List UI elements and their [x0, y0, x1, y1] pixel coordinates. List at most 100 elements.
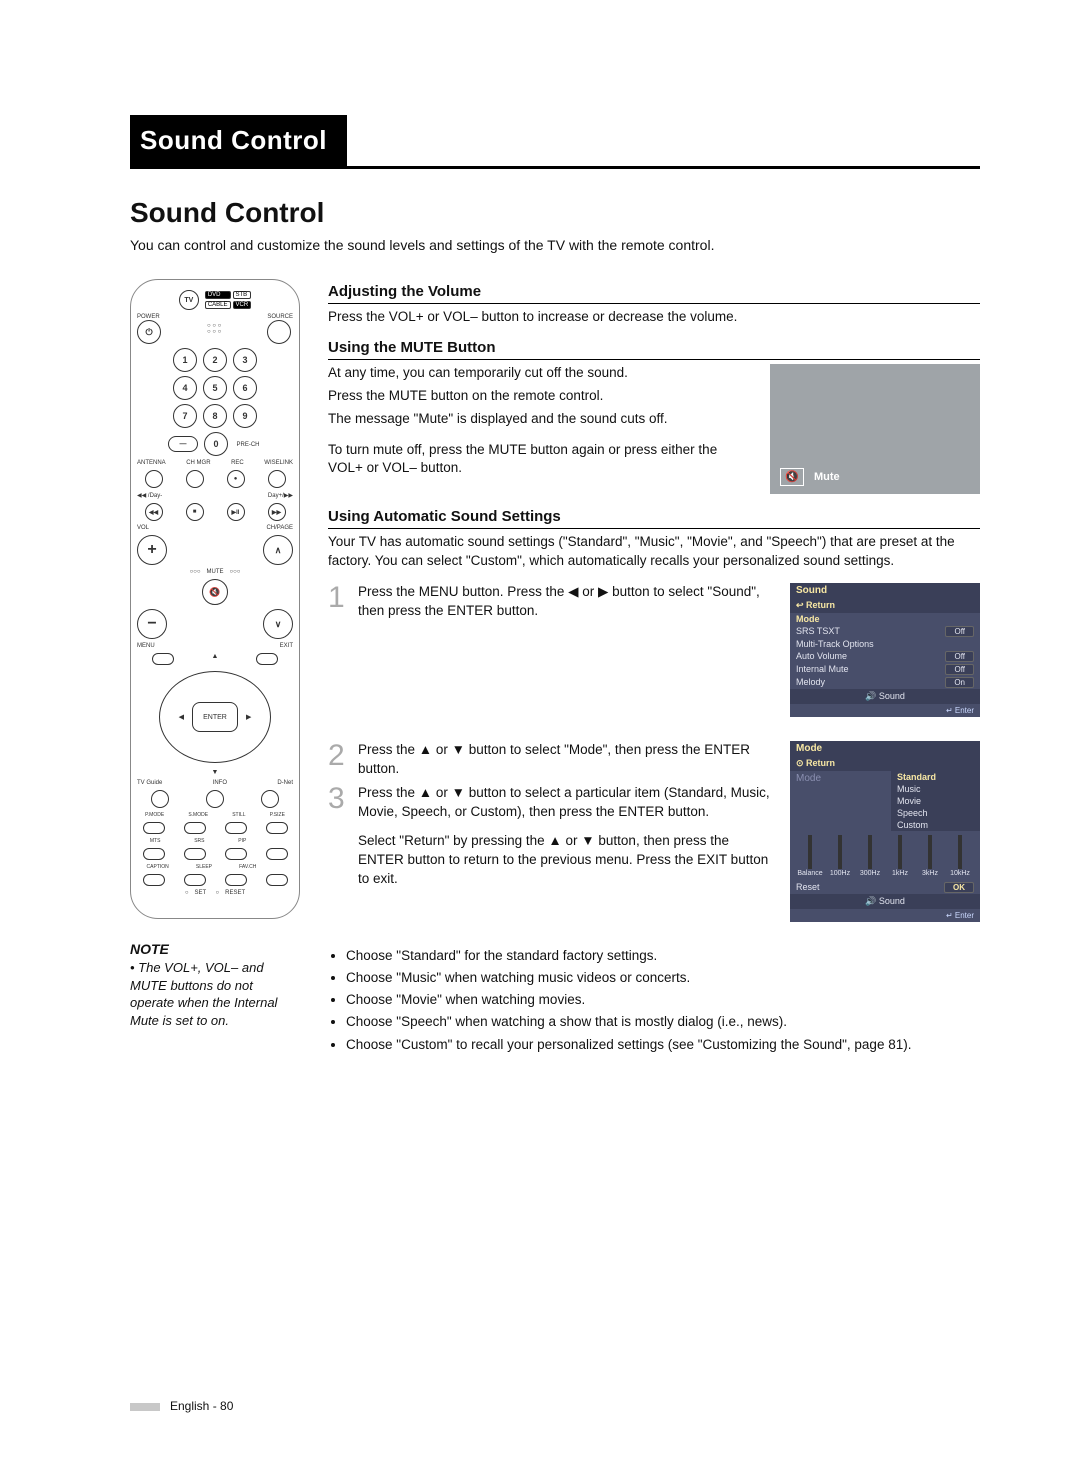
remote-dvd: DVD [205, 291, 231, 299]
page-title: Sound Control [130, 197, 980, 229]
note-heading: NOTE [130, 941, 300, 957]
osd2-reset: Reset [796, 882, 820, 893]
osd2-opt-4: Custom [897, 820, 928, 830]
osd2-opt-2: Movie [897, 796, 921, 806]
step-number-2: 2 [328, 741, 348, 779]
mute-btn: 🔇 [202, 579, 228, 605]
step-3b-text: Select "Return" by pressing the ▲ or ▼ b… [358, 832, 770, 889]
remote-cable: CABLE [205, 301, 231, 309]
chmgr-label: CH MGR [186, 460, 210, 466]
pipchdn-btn [266, 874, 288, 886]
pmode-label: P.MODE [145, 812, 164, 818]
still-btn [225, 822, 247, 834]
remote-vcr: VCR [233, 301, 252, 309]
ff-label: Day+/▶▶ [268, 492, 293, 499]
ch-down: ∨ [263, 609, 293, 639]
menu-label: MENU [137, 643, 155, 649]
wiselink-btn [268, 470, 286, 488]
osd1-mode: Mode [796, 614, 820, 624]
osd1-av-v: Off [945, 651, 974, 662]
menu-btn [152, 653, 174, 665]
osd2-opt-3: Speech [897, 808, 928, 818]
mute-osd: 🔇 Mute [770, 364, 980, 494]
vol-down: − [137, 609, 167, 639]
osd2-eq: Balance 100Hz 300Hz 1kHz 3kHz 10kHz [790, 831, 980, 881]
ff-btn: ▶▶ [268, 503, 286, 521]
remote-stb: STB [233, 291, 252, 299]
digit-4: 4 [173, 376, 197, 400]
osd1-mel: Melody [796, 677, 825, 688]
osd1-im-v: Off [945, 664, 974, 675]
osd-mode-menu: Mode ⊙ Return Mode Standard Music Movie … [790, 741, 980, 922]
rule [130, 166, 980, 169]
step-1-text: Press the MENU button. Press the ◀ or ▶ … [358, 583, 770, 621]
remote-illustration: TV DVD STB CABLE VCR POWER⏻ ○ ○ ○○ ○ ○ S… [130, 279, 300, 919]
mute-heading: Using the MUTE Button [328, 339, 980, 360]
still-label: STILL [232, 812, 245, 818]
pipchup-btn [266, 848, 288, 860]
step-3-text: Press the ▲ or ▼ button to select a part… [358, 784, 770, 822]
bullet-4: Choose "Custom" to recall your personali… [346, 1035, 980, 1055]
page-footer: English - 80 [130, 1399, 233, 1413]
wiselink-label: WISELINK [264, 460, 293, 466]
bullet-2: Choose "Movie" when watching movies. [346, 990, 980, 1010]
adjust-text: Press the VOL+ or VOL– button to increas… [328, 308, 980, 327]
remote-tv: TV [179, 290, 199, 310]
dnet-label: D-Net [277, 780, 293, 786]
osd2-mode-label: Mode [790, 771, 891, 831]
eq-1: 100Hz [830, 870, 850, 877]
auto-heading: Using Automatic Sound Settings [328, 508, 980, 529]
osd-sound-menu: Sound ↩ Return Mode SRS TSXTOff Multi-Tr… [790, 583, 980, 717]
choice-list: Choose "Standard" for the standard facto… [328, 946, 980, 1055]
bullet-0: Choose "Standard" for the standard facto… [346, 946, 980, 966]
osd2-opt-1: Music [897, 784, 921, 794]
osd1-foot: 🔊 Sound [790, 689, 980, 704]
vol-up: + [137, 535, 167, 565]
smode-btn [184, 822, 206, 834]
osd1-srs: SRS TSXT [796, 626, 840, 637]
digit-0: 0 [204, 432, 228, 456]
source-label: SOURCE [267, 314, 293, 320]
tvguide-label: TV Guide [137, 780, 162, 786]
source-button [267, 320, 291, 344]
mute-icon: 🔇 [780, 468, 804, 486]
digit-8: 8 [203, 404, 227, 428]
rec-btn: ● [227, 470, 245, 488]
digit-6: 6 [233, 376, 257, 400]
step-number-1: 1 [328, 583, 348, 621]
stop-btn: ■ [186, 503, 204, 521]
osd2-opt-0: Standard [897, 772, 936, 782]
srs-label: SRS [194, 838, 204, 844]
pmode-btn [143, 822, 165, 834]
info-label: INFO [213, 780, 227, 786]
osd1-srs-v: Off [945, 626, 974, 637]
osd1-mel-v: On [945, 677, 974, 688]
tvguide-btn [151, 790, 169, 808]
digit-1: 1 [173, 348, 197, 372]
caption-label: CAPTION [147, 864, 169, 870]
osd2-enter: ↵ Enter [790, 909, 980, 922]
reset-label: RESET [225, 890, 245, 896]
vol-label: VOL [137, 525, 149, 531]
digit-7: 7 [173, 404, 197, 428]
sleep-label: SLEEP [196, 864, 212, 870]
mts-btn [143, 848, 165, 860]
osd1-im: Internal Mute [796, 664, 849, 675]
section-tab: Sound Control [130, 115, 347, 166]
eq-4: 3kHz [922, 870, 938, 877]
favch-label: FAV.CH [239, 864, 256, 870]
smode-label: S.MODE [188, 812, 208, 818]
osd1-title: Sound [790, 583, 980, 598]
digit-5: 5 [203, 376, 227, 400]
srs-btn [184, 848, 206, 860]
osd1-mto: Multi-Track Options [796, 639, 874, 649]
enter-btn: ENTER [192, 702, 238, 732]
chpage-label: CH/PAGE [266, 525, 293, 531]
adjust-heading: Adjusting the Volume [328, 283, 980, 304]
mute-label: MUTE [207, 569, 224, 575]
osd2-return: ⊙ Return [790, 756, 980, 771]
eq-5: 10kHz [950, 870, 970, 877]
bullet-1: Choose "Music" when watching music video… [346, 968, 980, 988]
page: Sound Control Sound Control You can cont… [0, 0, 1080, 1473]
eq-0: Balance [797, 870, 822, 877]
